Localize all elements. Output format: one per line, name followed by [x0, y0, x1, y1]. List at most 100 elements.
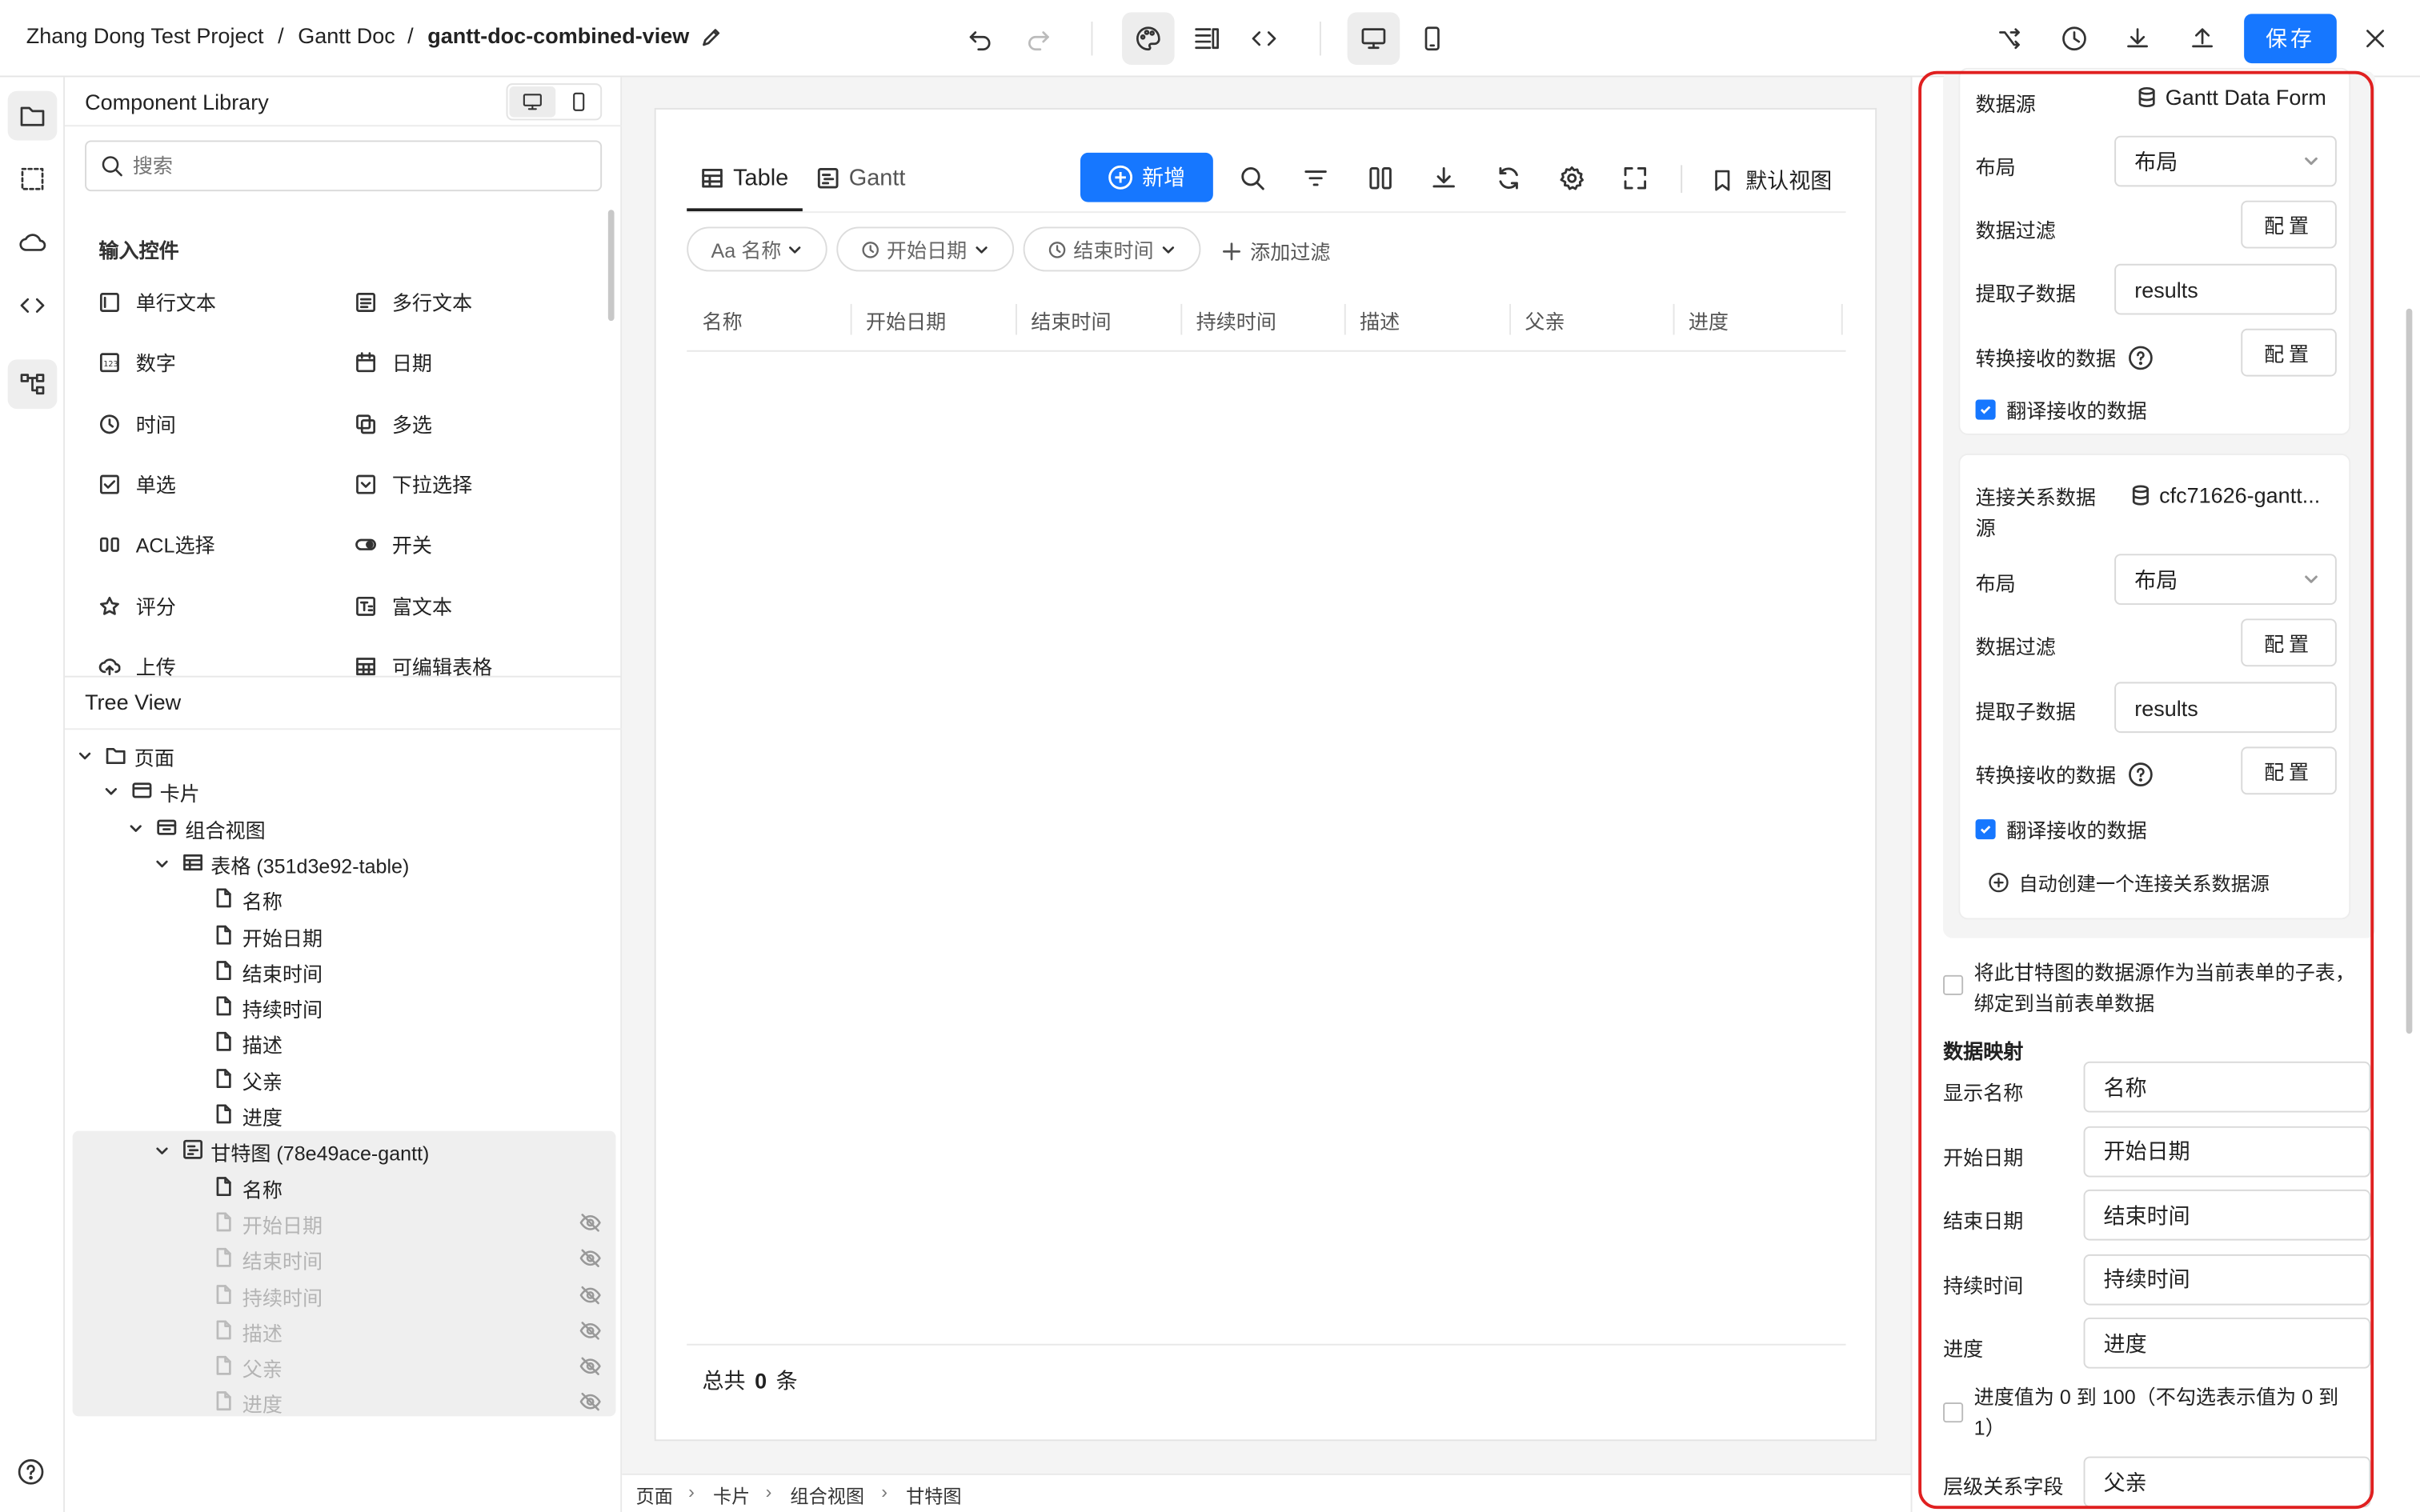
tree-node[interactable]: 开始日期: [65, 918, 622, 953]
breadcrumb-gantt[interactable]: 甘特图: [906, 1482, 961, 1509]
component-multi-select[interactable]: 多选: [355, 409, 432, 438]
column-separator[interactable]: [1841, 303, 1843, 335]
tree-node[interactable]: 持续时间: [65, 989, 622, 1024]
tree-node[interactable]: 开始日期: [65, 1205, 622, 1240]
download-icon[interactable]: [1421, 156, 1464, 199]
component-single-text[interactable]: 单行文本: [98, 287, 216, 317]
bind-subtable-checkbox[interactable]: [1943, 974, 1965, 997]
breadcrumb-combined-view[interactable]: 组合视图: [790, 1482, 864, 1509]
column-header-end-time[interactable]: 结束时间: [1031, 306, 1111, 335]
column-separator[interactable]: [850, 303, 852, 335]
desktop-view-icon[interactable]: [1347, 12, 1400, 65]
component-multi-text[interactable]: 多行文本: [355, 287, 472, 317]
component-switch[interactable]: 开关: [355, 529, 432, 558]
add-filter-button[interactable]: 添加过滤: [1222, 236, 1330, 266]
mapping-field-select[interactable]: 结束时间: [2083, 1189, 2371, 1241]
tree-node[interactable]: 持续时间: [65, 1277, 622, 1312]
close-icon[interactable]: [2349, 12, 2402, 65]
mapping-field-select[interactable]: 持续时间: [2083, 1253, 2371, 1305]
chevron-down-icon[interactable]: [154, 856, 169, 871]
column-header-start-date[interactable]: 开始日期: [866, 306, 946, 335]
transform-config-button[interactable]: 配置: [2241, 746, 2337, 795]
tree-node[interactable]: 甘特图 (78e49ace-gantt): [65, 1133, 622, 1168]
tree-structure-icon[interactable]: [7, 359, 58, 410]
translate-checkbox[interactable]: [1975, 819, 1996, 840]
tree-node[interactable]: 组合视图: [65, 810, 622, 845]
default-view-button[interactable]: 默认视图: [1712, 165, 1832, 196]
column-header-name[interactable]: 名称: [702, 306, 742, 335]
column-separator[interactable]: [1673, 303, 1675, 335]
cloud-icon[interactable]: [8, 218, 58, 267]
translate-checkbox-row[interactable]: 翻译接收的数据: [1975, 814, 2147, 844]
component-date[interactable]: 日期: [355, 347, 432, 377]
tree-node[interactable]: 名称: [65, 1169, 622, 1204]
component-upload[interactable]: 上传: [98, 651, 176, 676]
component-single-select[interactable]: 单选: [98, 469, 176, 498]
selection-icon[interactable]: [8, 154, 58, 204]
tree-node[interactable]: 父亲: [65, 1349, 622, 1384]
tree-node[interactable]: 卡片: [65, 774, 622, 809]
column-separator[interactable]: [1180, 303, 1183, 335]
column-header-duration[interactable]: 持续时间: [1196, 306, 1276, 335]
translate-checkbox[interactable]: [1975, 399, 1996, 420]
column-header-parent[interactable]: 父亲: [1525, 306, 1565, 335]
scrollbar-thumb[interactable]: [607, 210, 615, 322]
component-number[interactable]: 123 数字: [98, 347, 176, 377]
transform-config-button[interactable]: 配置: [2241, 328, 2337, 377]
layout-select[interactable]: 布局: [2114, 135, 2337, 187]
column-separator[interactable]: [1509, 303, 1512, 335]
eye-hidden-icon[interactable]: [579, 1354, 602, 1378]
upload-icon[interactable]: [2176, 12, 2229, 65]
column-header-description[interactable]: 描述: [1360, 306, 1400, 335]
tree-node[interactable]: 描述: [65, 1313, 622, 1348]
filter-chip-start-date[interactable]: 开始日期: [836, 226, 1015, 272]
mobile-view-icon[interactable]: [557, 86, 600, 118]
breadcrumb-page[interactable]: 页面: [636, 1482, 673, 1509]
fullscreen-icon[interactable]: [1613, 156, 1656, 199]
tab-table[interactable]: Table: [701, 165, 788, 191]
tab-gantt[interactable]: Gantt: [816, 165, 905, 191]
translate-checkbox-row[interactable]: 翻译接收的数据: [1975, 395, 2147, 425]
tree-node[interactable]: 结束时间: [65, 953, 622, 988]
scrollbar-thumb[interactable]: [2406, 308, 2413, 1034]
settings-gear-icon[interactable]: [1549, 156, 1593, 199]
desktop-view-icon[interactable]: [509, 86, 556, 118]
history-clock-icon[interactable]: [2048, 12, 2101, 65]
columns-icon[interactable]: [1358, 156, 1401, 199]
component-dropdown[interactable]: 下拉选择: [355, 469, 472, 498]
mapping-field-select[interactable]: 进度: [2083, 1317, 2371, 1369]
chevron-down-icon[interactable]: [77, 748, 92, 763]
mobile-view-icon[interactable]: [1406, 12, 1459, 65]
code-icon[interactable]: [1238, 12, 1291, 65]
eye-hidden-icon[interactable]: [579, 1319, 602, 1342]
filter-icon[interactable]: [1293, 156, 1336, 199]
redo-icon[interactable]: [1012, 12, 1065, 65]
filter-chip-name[interactable]: Aa 名称: [687, 226, 827, 272]
tree-node[interactable]: 父亲: [65, 1061, 622, 1096]
hierarchy-input[interactable]: 父亲: [2083, 1456, 2371, 1508]
pages-folder-icon[interactable]: [7, 90, 58, 141]
extract-input[interactable]: results: [2114, 682, 2337, 734]
tree-node[interactable]: 描述: [65, 1025, 622, 1060]
breadcrumb-doc[interactable]: Gantt Doc: [298, 23, 395, 48]
undo-icon[interactable]: [954, 12, 1007, 65]
relation-datasource-value[interactable]: cfc71626-gantt...: [2130, 483, 2320, 507]
save-button[interactable]: 保存: [2244, 14, 2337, 64]
eye-hidden-icon[interactable]: [579, 1211, 602, 1234]
add-record-button[interactable]: 新增: [1080, 152, 1213, 202]
eye-hidden-icon[interactable]: [579, 1390, 602, 1414]
refresh-icon[interactable]: [1486, 156, 1529, 199]
datasource-value[interactable]: Gantt Data Form: [2136, 85, 2326, 110]
component-rich-text[interactable]: 富文本: [355, 591, 452, 621]
layout-select[interactable]: 布局: [2114, 554, 2337, 605]
component-rating[interactable]: 评分: [98, 591, 176, 621]
filter-config-button[interactable]: 配置: [2241, 618, 2337, 667]
merge-icon[interactable]: [1983, 12, 2036, 65]
search-icon[interactable]: [1230, 156, 1273, 199]
breadcrumb-page[interactable]: gantt-doc-combined-view: [427, 23, 689, 48]
tree-node[interactable]: 进度: [65, 1385, 622, 1420]
tree-node[interactable]: 名称: [65, 882, 622, 917]
download-icon[interactable]: [2111, 12, 2164, 65]
help-icon[interactable]: [2129, 762, 2154, 786]
component-acl-select[interactable]: ACL选择: [98, 529, 215, 558]
